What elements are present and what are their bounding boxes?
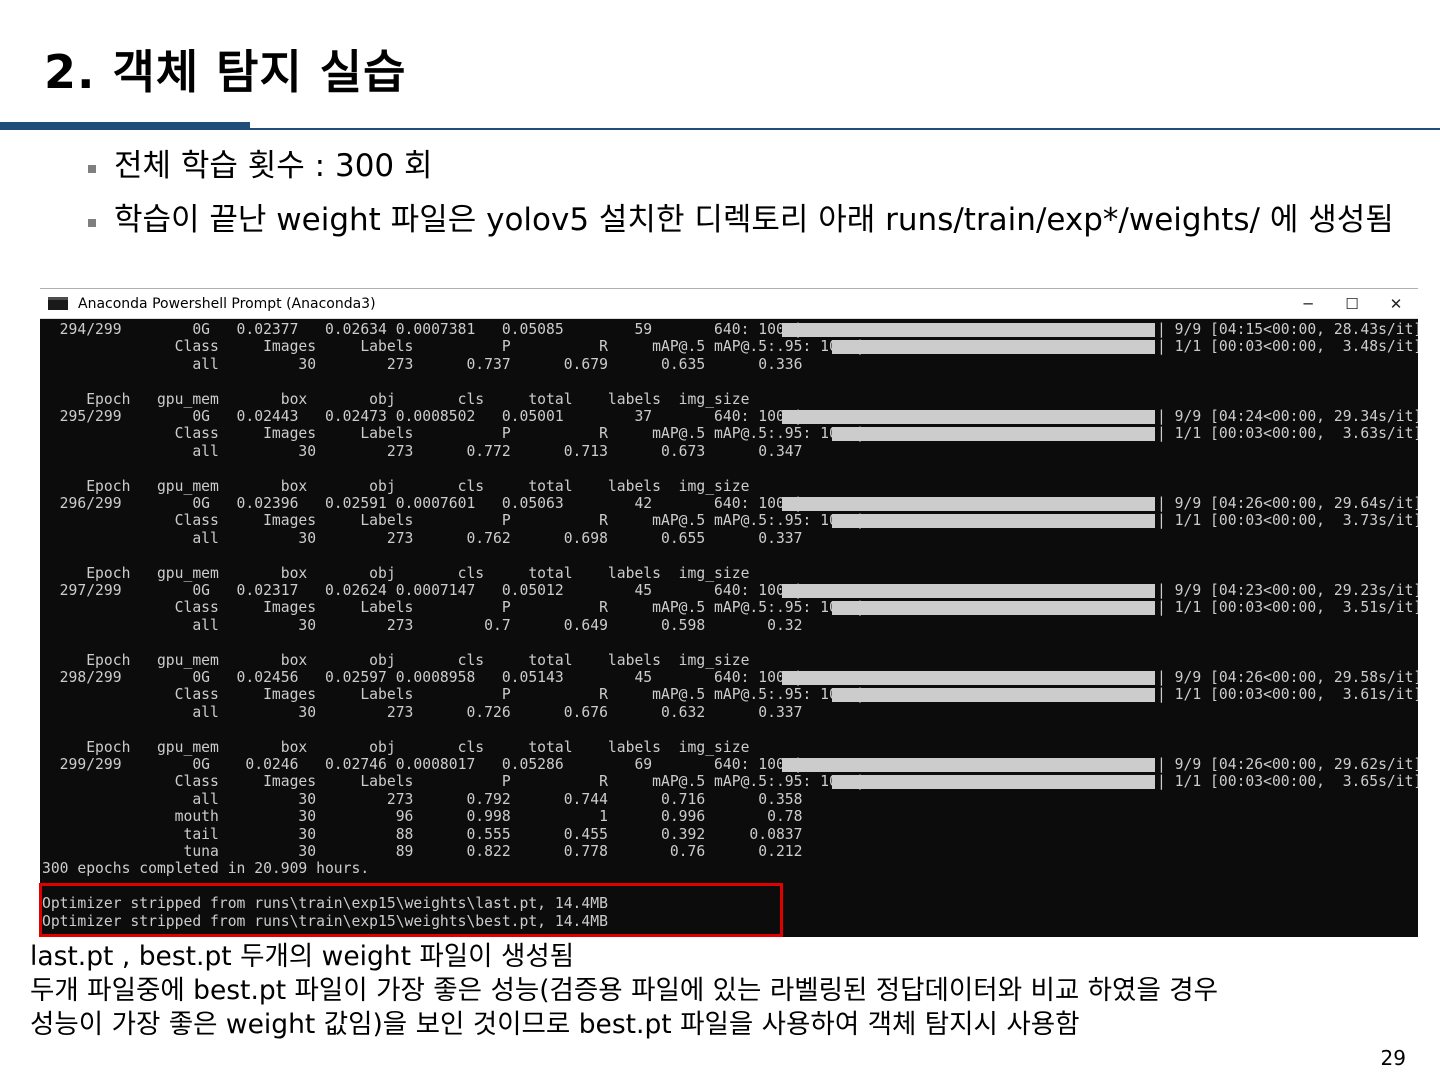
terminal-line: Epoch gpu_mem box obj cls total labels i… [42, 477, 750, 495]
progress-bar [832, 774, 1155, 789]
title-underline-accent [0, 122, 250, 130]
progress-status: | 1/1 [00:03<00:00, 3.48s/it] [1157, 338, 1418, 356]
caption-line-2: 두개 파일중에 best.pt 파일이 가장 좋은 성능(검증용 파일에 있는 … [30, 975, 1219, 1006]
caption: last.pt , best.pt 두개의 weight 파일이 생성됨 두개 … [30, 940, 1420, 1042]
terminal-line: all 30 273 0.792 0.744 0.716 0.358 [42, 790, 803, 808]
terminal-line: 299/299 0G 0.0246 0.02746 0.0008017 0.05… [42, 756, 803, 773]
maximize-icon[interactable]: ☐ [1330, 289, 1374, 319]
progress-status: | 1/1 [00:03<00:00, 3.63s/it] [1157, 425, 1418, 443]
terminal-line: Class Images Labels P R mAP@.5 mAP@.5:.9… [42, 599, 865, 617]
terminal-line: Epoch gpu_mem box obj cls total labels i… [42, 651, 750, 669]
terminal-line: 296/299 0G 0.02396 0.02591 0.0007601 0.0… [42, 495, 803, 512]
progress-status: | 9/9 [04:26<00:00, 29.58s/it] [1157, 669, 1418, 686]
terminal-line: tuna 30 89 0.822 0.778 0.76 0.212 [42, 843, 803, 860]
bullet-list: 전체 학습 횟수 : 300 회 학습이 끝난 weight 파일은 yolov… [86, 148, 1396, 256]
terminal-line: all 30 273 0.737 0.679 0.635 0.336 [42, 355, 803, 373]
minimize-icon[interactable]: ─ [1286, 289, 1330, 319]
progress-status: | 1/1 [00:03<00:00, 3.61s/it] [1157, 686, 1418, 704]
progress-bar [832, 600, 1155, 615]
slide-title: 2. 객체 탐지 실습 [44, 45, 407, 99]
progress-status: | 9/9 [04:24<00:00, 29.34s/it] [1157, 408, 1418, 425]
terminal-window-title: Anaconda Powershell Prompt (Anaconda3) [78, 295, 376, 312]
close-icon[interactable]: ✕ [1374, 289, 1418, 319]
bullet-item-epochs: 전체 학습 횟수 : 300 회 [86, 148, 1396, 184]
terminal-output[interactable]: 294/299 0G 0.02377 0.02634 0.0007381 0.0… [40, 321, 1418, 937]
terminal-line: 294/299 0G 0.02377 0.02634 0.0007381 0.0… [42, 321, 803, 338]
terminal-window[interactable]: Anaconda Powershell Prompt (Anaconda3) ─… [40, 288, 1418, 937]
terminal-line: Epoch gpu_mem box obj cls total labels i… [42, 738, 750, 756]
progress-status: | 9/9 [04:23<00:00, 29.23s/it] [1157, 582, 1418, 599]
progress-bar [782, 496, 1155, 511]
progress-bar [782, 583, 1155, 598]
bullet-item-weights-location: 학습이 끝난 weight 파일은 yolov5 설치한 디렉토리 아래 run… [86, 202, 1396, 238]
progress-status: | 1/1 [00:03<00:00, 3.65s/it] [1157, 773, 1418, 791]
terminal-line: Epoch gpu_mem box obj cls total labels i… [42, 390, 750, 408]
progress-bar [782, 409, 1155, 424]
progress-bar [782, 670, 1155, 685]
progress-status: | 9/9 [04:26<00:00, 29.62s/it] [1157, 756, 1418, 773]
terminal-line: all 30 273 0.7 0.649 0.598 0.32 [42, 616, 803, 634]
terminal-line: 298/299 0G 0.02456 0.02597 0.0008958 0.0… [42, 669, 803, 686]
caption-line-1: last.pt , best.pt 두개의 weight 파일이 생성됨 [30, 941, 575, 972]
terminal-titlebar[interactable]: Anaconda Powershell Prompt (Anaconda3) ─… [40, 289, 1418, 319]
progress-bar [782, 322, 1155, 337]
caption-line-3: 성능이 가장 좋은 weight 값임)을 보인 것이므로 best.pt 파일… [30, 1009, 1080, 1040]
terminal-line: Class Images Labels P R mAP@.5 mAP@.5:.9… [42, 773, 865, 791]
terminal-app-icon [48, 297, 68, 310]
terminal-line: Epoch gpu_mem box obj cls total labels i… [42, 564, 750, 582]
terminal-line: 295/299 0G 0.02443 0.02473 0.0008502 0.0… [42, 408, 803, 425]
terminal-line: Class Images Labels P R mAP@.5 mAP@.5:.9… [42, 425, 865, 443]
progress-status: | 9/9 [04:15<00:00, 28.43s/it] [1157, 321, 1418, 338]
progress-bar [832, 513, 1155, 528]
page-number: 29 [1380, 1046, 1406, 1070]
progress-bar [782, 757, 1155, 772]
terminal-line: Optimizer stripped from runs\train\exp15… [42, 895, 608, 913]
terminal-line: Class Images Labels P R mAP@.5 mAP@.5:.9… [42, 686, 865, 704]
progress-status: | 1/1 [00:03<00:00, 3.73s/it] [1157, 512, 1418, 530]
window-controls: ─ ☐ ✕ [1286, 289, 1418, 319]
progress-bar [832, 426, 1155, 441]
terminal-line: tail 30 88 0.555 0.455 0.392 0.0837 [42, 825, 803, 843]
progress-bar [832, 687, 1155, 702]
terminal-line: Optimizer stripped from runs\train\exp15… [42, 912, 608, 930]
progress-status: | 1/1 [00:03<00:00, 3.51s/it] [1157, 599, 1418, 617]
progress-bar [832, 339, 1155, 354]
terminal-line: all 30 273 0.762 0.698 0.655 0.337 [42, 529, 803, 547]
terminal-line: 300 epochs completed in 20.909 hours. [42, 860, 370, 878]
terminal-line: all 30 273 0.772 0.713 0.673 0.347 [42, 442, 803, 460]
terminal-line: 297/299 0G 0.02317 0.02624 0.0007147 0.0… [42, 582, 803, 599]
terminal-line: mouth 30 96 0.998 1 0.996 0.78 [42, 808, 803, 826]
progress-status: | 9/9 [04:26<00:00, 29.64s/it] [1157, 495, 1418, 512]
terminal-line: Class Images Labels P R mAP@.5 mAP@.5:.9… [42, 338, 865, 356]
terminal-line: Class Images Labels P R mAP@.5 mAP@.5:.9… [42, 512, 865, 530]
terminal-line: all 30 273 0.726 0.676 0.632 0.337 [42, 703, 803, 721]
